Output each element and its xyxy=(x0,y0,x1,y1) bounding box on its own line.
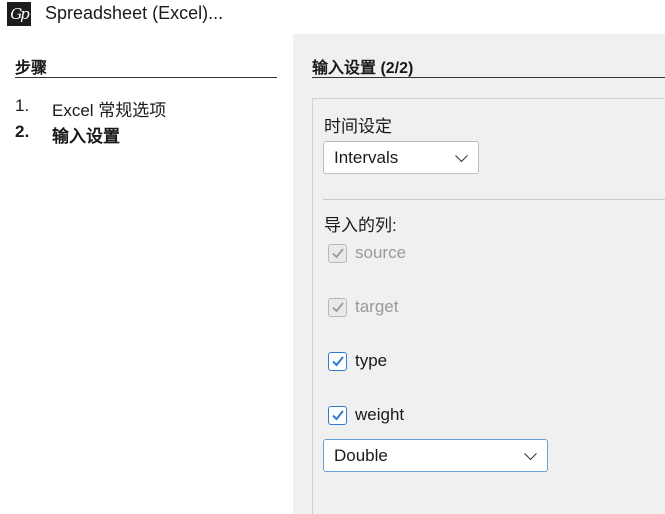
step-number: 1. xyxy=(15,96,30,115)
chevron-down-icon xyxy=(524,446,537,460)
checkbox-type[interactable] xyxy=(328,351,347,371)
checkbox-label[interactable]: type xyxy=(355,351,387,371)
weight-type-dropdown[interactable]: Double xyxy=(323,439,548,472)
column-checkbox-weight[interactable]: weight xyxy=(328,405,404,425)
column-checkbox-target: target xyxy=(328,297,398,317)
settings-panel: 输入设置 (2/2) 时间设定 Intervals 导入的列: source t… xyxy=(293,34,665,514)
steps-panel: 步骤 1. Excel 常规选项 2. 输入设置 xyxy=(0,34,293,514)
step-label: Excel 常规选项 xyxy=(52,101,167,120)
step-item-excel-options: 1. Excel 常规选项 xyxy=(15,96,166,121)
checkbox-source xyxy=(328,243,347,263)
steps-heading: 步骤 xyxy=(15,60,48,77)
column-checkbox-source: source xyxy=(328,243,406,263)
checkbox-target xyxy=(328,297,347,317)
section-separator xyxy=(323,199,665,200)
checkbox-label: source xyxy=(355,243,407,262)
steps-divider xyxy=(15,77,277,78)
step-item-import-settings: 2. 输入设置 xyxy=(15,122,120,147)
checkmark-icon xyxy=(331,410,344,421)
title-divider xyxy=(312,77,665,78)
checkmark-icon xyxy=(331,302,344,313)
checkmark-icon xyxy=(331,356,344,367)
step-label: 输入设置 xyxy=(52,127,120,146)
checkbox-label[interactable]: weight xyxy=(355,405,404,425)
column-checkbox-type[interactable]: type xyxy=(328,351,387,371)
step-number: 2. xyxy=(15,122,30,141)
title-bar: Gp Spreadsheet (Excel)... xyxy=(0,0,665,34)
time-representation-dropdown[interactable]: Intervals xyxy=(323,141,479,174)
page-title: 输入设置 (2/2) xyxy=(312,60,414,77)
chevron-down-icon xyxy=(455,148,468,162)
checkbox-label: target xyxy=(355,297,399,316)
import-wizard-window: Gp Spreadsheet (Excel)... 步骤 1. Excel 常规… xyxy=(0,0,665,514)
checkmark-icon xyxy=(331,248,344,259)
dropdown-value: Intervals xyxy=(334,147,399,167)
time-setting-label: 时间设定 xyxy=(324,117,392,136)
dropdown-value: Double xyxy=(334,445,388,465)
window-title: Spreadsheet (Excel)... xyxy=(45,3,224,23)
gephi-logo-icon: Gp xyxy=(7,2,31,26)
imported-columns-label: 导入的列: xyxy=(324,216,397,235)
checkbox-weight[interactable] xyxy=(328,405,347,425)
